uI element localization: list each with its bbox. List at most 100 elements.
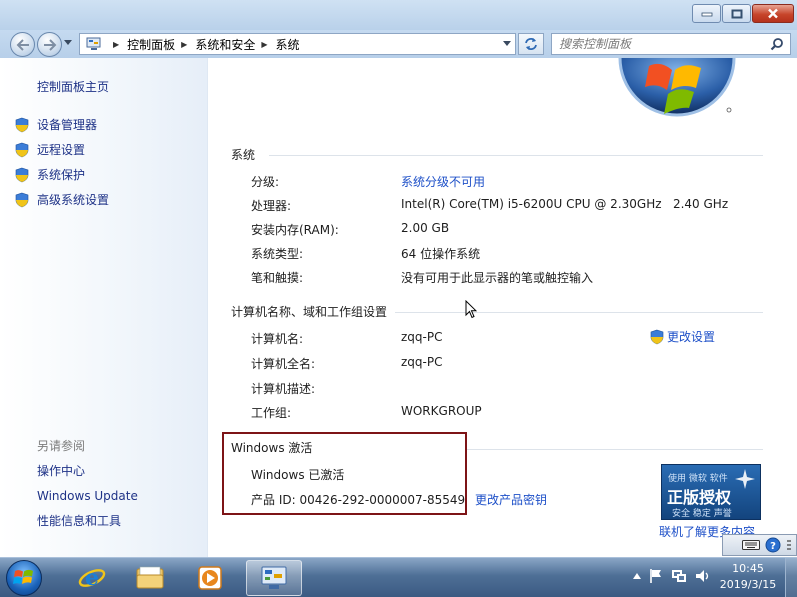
search-icon[interactable]	[770, 37, 784, 51]
uac-shield-icon	[15, 117, 29, 132]
system-protection-link[interactable]: 系统保护	[14, 162, 109, 187]
control-panel-icon	[261, 566, 287, 589]
options-grip-icon[interactable]	[786, 538, 792, 552]
performance-info-link[interactable]: 性能信息和工具	[37, 509, 138, 534]
clock-time: 10:45	[732, 562, 764, 575]
search-box[interactable]	[551, 33, 791, 55]
taskbar-explorer-button[interactable]	[122, 560, 178, 596]
taskbar-control-panel-button[interactable]	[246, 560, 302, 596]
forward-button[interactable]	[37, 32, 62, 57]
windows-logo-icon	[618, 58, 736, 117]
refresh-button[interactable]	[518, 33, 544, 55]
genuine-software-badge[interactable]: 使用 微软 软件 正版授权 安全 稳定 声誉	[661, 464, 761, 520]
taskbar-media-player-button[interactable]	[182, 560, 238, 596]
uac-shield-icon	[15, 142, 29, 157]
breadcrumb-separator[interactable]: ▶	[261, 40, 267, 49]
uac-shield-icon	[650, 329, 664, 344]
full-name-value: zqq-PC	[401, 355, 443, 369]
computer-section-title: 计算机名称、域和工作组设置	[231, 305, 388, 319]
remote-settings-label: 远程设置	[37, 143, 86, 157]
maximize-button[interactable]	[722, 4, 751, 23]
workgroup-label: 工作组:	[251, 406, 292, 420]
address-dropdown-icon[interactable]	[503, 41, 511, 47]
section-divider	[269, 155, 763, 156]
change-settings-label: 更改设置	[667, 330, 716, 344]
system-tray	[633, 568, 711, 584]
pen-touch-label: 笔和触摸:	[251, 271, 304, 285]
system-protection-label: 系统保护	[37, 168, 86, 182]
action-center-link[interactable]: 操作中心	[37, 459, 138, 484]
breadcrumb-separator[interactable]: ▶	[181, 40, 187, 49]
section-divider	[395, 312, 763, 313]
control-panel-home-link[interactable]: 控制面板主页	[37, 78, 109, 95]
back-button[interactable]	[10, 32, 35, 57]
description-label: 计算机描述:	[251, 382, 316, 396]
activation-status: Windows 已激活	[251, 468, 345, 482]
change-settings-link[interactable]: 更改设置	[649, 328, 715, 345]
genuine-top-text: 使用 微软 软件	[668, 474, 728, 484]
show-hidden-icons-icon[interactable]	[633, 572, 641, 580]
refresh-icon	[525, 38, 537, 50]
volume-icon[interactable]	[695, 568, 711, 584]
close-button[interactable]	[752, 4, 794, 23]
taskbar: e 10:45 2019/3/15	[0, 557, 797, 597]
rating-label: 分级:	[251, 175, 280, 189]
taskbar-ie-button[interactable]: e	[64, 560, 120, 596]
show-desktop-button[interactable]	[785, 558, 797, 597]
breadcrumb-control-panel[interactable]: 控制面板	[127, 36, 175, 53]
rating-unavailable-link[interactable]: 系统分级不可用	[401, 173, 485, 190]
windows-start-icon	[13, 569, 33, 584]
task-links: 设备管理器 远程设置 系统保护 高级系统设置	[14, 112, 109, 212]
memory-value: 2.00 GB	[401, 221, 450, 235]
network-icon[interactable]	[671, 568, 687, 584]
workgroup-value: WORKGROUP	[401, 404, 482, 418]
svg-text:e: e	[85, 565, 99, 591]
advanced-system-settings-label: 高级系统设置	[37, 193, 110, 207]
product-id: 产品 ID: 00426-292-0000007-85549	[251, 493, 466, 507]
navigation-bar: ▶ 控制面板 ▶ 系统和安全 ▶ 系统	[0, 30, 797, 58]
breadcrumb: 控制面板 ▶ 系统和安全 ▶ 系统	[127, 36, 299, 53]
address-box[interactable]: ▶ 控制面板 ▶ 系统和安全 ▶ 系统	[79, 33, 516, 55]
action-center-flag-icon[interactable]	[649, 568, 663, 584]
windows-update-link[interactable]: Windows Update	[37, 484, 138, 509]
section-divider	[467, 449, 763, 450]
remote-settings-link[interactable]: 远程设置	[14, 137, 109, 162]
search-input[interactable]	[559, 37, 759, 51]
breadcrumb-system-security[interactable]: 系统和安全	[195, 36, 255, 53]
star-icon	[735, 469, 755, 489]
control-panel-icon	[86, 37, 101, 50]
breadcrumb-system[interactable]: 系统	[276, 36, 300, 53]
keyboard-icon[interactable]	[742, 539, 760, 551]
minimize-icon	[701, 12, 712, 16]
see-also-links: 操作中心 Windows Update 性能信息和工具	[37, 459, 138, 534]
minimize-button[interactable]	[692, 4, 721, 23]
taskbar-clock[interactable]: 10:45 2019/3/15	[712, 561, 784, 593]
advanced-system-settings-link[interactable]: 高级系统设置	[14, 187, 109, 212]
memory-label: 安装内存(RAM):	[251, 223, 339, 237]
device-manager-link[interactable]: 设备管理器	[14, 112, 109, 137]
processor-value: Intel(R) Core(TM) i5-6200U CPU @ 2.30GHz…	[401, 197, 729, 211]
close-icon	[768, 8, 778, 19]
change-product-key-link[interactable]: 更改产品密钥	[475, 491, 547, 508]
internet-explorer-icon: e	[78, 565, 106, 591]
recent-pages-dropdown-icon[interactable]	[64, 40, 72, 46]
pen-touch-value: 没有可用于此显示器的笔或触控输入	[401, 271, 594, 285]
help-icon[interactable]: ?	[765, 537, 781, 553]
window-controls	[692, 4, 794, 23]
folder-icon	[136, 566, 164, 589]
arrow-right-icon	[43, 38, 56, 51]
title-bar	[0, 0, 797, 30]
clock-date: 2019/3/15	[719, 578, 777, 591]
processor-label: 处理器:	[251, 199, 292, 213]
genuine-main-text: 正版授权	[667, 488, 732, 507]
breadcrumb-separator[interactable]: ▶	[107, 40, 127, 49]
svg-text:?: ?	[770, 541, 776, 552]
maximize-icon	[731, 9, 742, 18]
see-also-heading: 另请参阅	[37, 439, 86, 453]
computer-name-value: zqq-PC	[401, 330, 443, 344]
uac-shield-icon	[15, 167, 29, 182]
system-type-value: 64 位操作系统	[401, 247, 481, 261]
arrow-left-icon	[16, 38, 29, 51]
language-bar: ?	[722, 534, 797, 556]
start-button[interactable]	[6, 560, 42, 596]
